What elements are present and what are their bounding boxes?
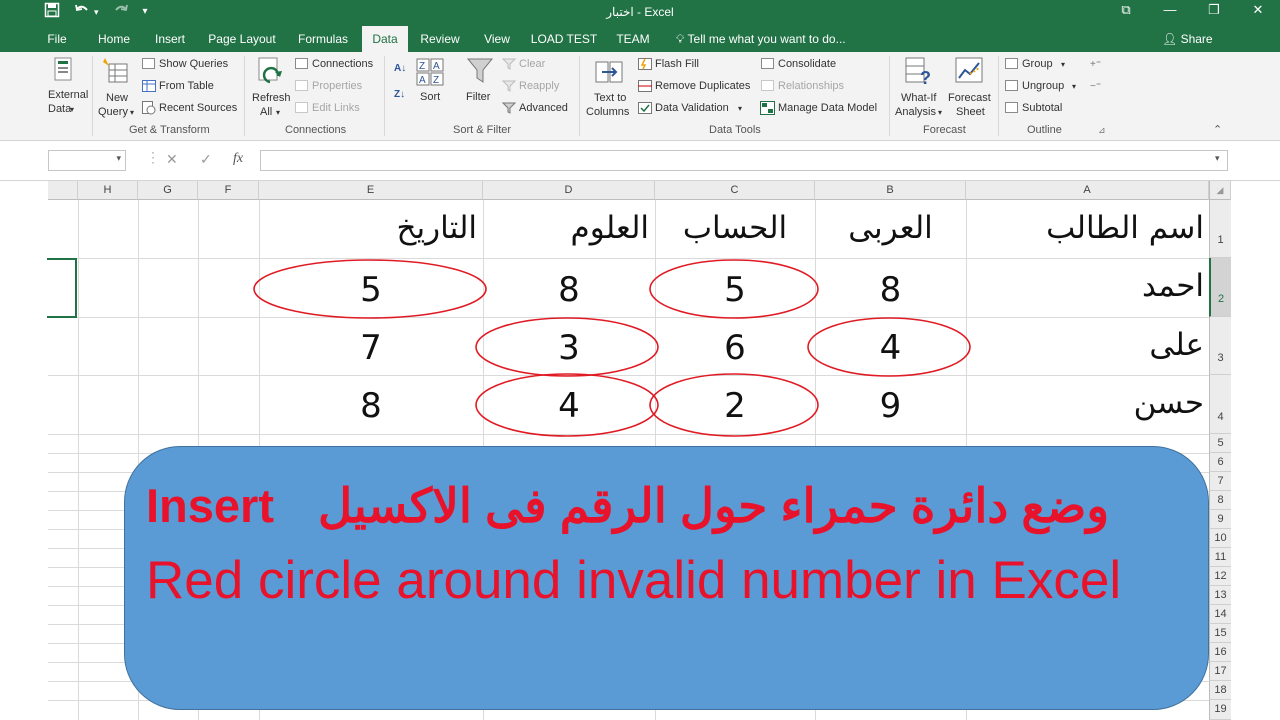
invalid-circle-c4 — [649, 373, 819, 437]
invalid-circle-c2 — [649, 259, 819, 319]
invalid-circle-e2 — [253, 259, 487, 319]
invalid-circle-b3 — [807, 317, 971, 377]
invalid-circle-d4 — [475, 373, 659, 437]
banner-arabic-title: وضع دائرة حمراء حول الرقم فى الاكسيل — [318, 479, 1110, 532]
banner-english-title: Red circle around invalid number in Exce… — [146, 551, 1122, 610]
excel-window: ▾ ▾ اختبار - Excel ⧉ — ❐ ✕ File Home Ins… — [0, 0, 1280, 720]
banner-insert-word: Insert — [146, 479, 274, 532]
invalid-circle-d3 — [475, 317, 659, 377]
